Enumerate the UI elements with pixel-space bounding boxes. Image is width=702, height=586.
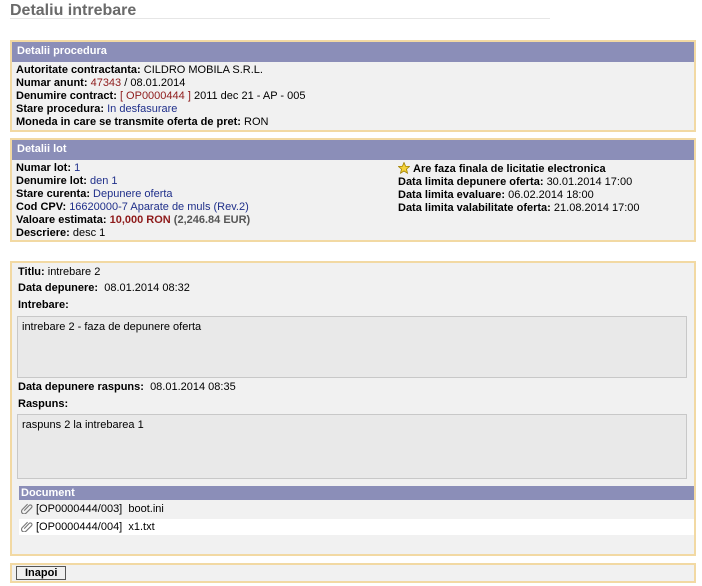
description-value: desc 1 <box>72 227 106 239</box>
question-detail-panel: Titlu: intrebare 2 Data depunere: 08.01.… <box>10 261 696 556</box>
contract-name-label: Denumire contract <box>16 90 114 102</box>
back-button[interactable]: Inapoi <box>16 566 67 580</box>
lot-name-row: Denumire lot: den 1 <box>16 175 118 187</box>
authority-row: Autoritate contractanta: CILDRO MOBILA S… <box>16 64 263 76</box>
lot-details-header: Detalii lot <box>12 140 694 160</box>
title-value: intrebare 2 <box>47 266 101 278</box>
cpv-row: Cod CPV: 16620000-7 Aparate de muls (Rev… <box>16 201 249 213</box>
lot-number-value: 1 <box>74 162 81 174</box>
cpv-value: 16620000-7 Aparate de muls (Rev.2) <box>69 201 249 213</box>
submission-date-label: Data depunere <box>18 282 95 294</box>
document-row[interactable]: [OP0000444/004] x1.txt <box>19 519 694 535</box>
cpv-label: Cod CPV <box>16 201 63 213</box>
answer-textarea[interactable]: raspuns 2 la intrebarea 1 <box>17 414 687 479</box>
answer-label-row: Raspuns: <box>18 398 69 410</box>
evaluation-deadline-label: Data limita evaluare <box>398 189 502 201</box>
authority-value: CILDRO MOBILA S.R.L. <box>143 64 263 76</box>
answer-date-label: Data depunere raspuns <box>18 381 141 393</box>
validity-deadline-label: Data limita valabilitate oferta <box>398 202 548 214</box>
description-label: Descriere <box>16 227 67 239</box>
document-name[interactable]: x1.txt <box>128 521 154 533</box>
procedure-status-label: Stare procedura <box>16 103 101 115</box>
submission-deadline-row: Data limita depunere oferta: 30.01.2014 … <box>398 176 633 188</box>
estimated-value-row: Valoare estimata: 10,000 RON (2,246.84 E… <box>16 214 251 226</box>
question-label-row: Intrebare: <box>18 299 69 311</box>
evaluation-deadline-value: 06.02.2014 18:00 <box>508 189 594 201</box>
answer-date-value: 08.01.2014 08:35 <box>150 381 236 393</box>
validity-deadline-value: 21.08.2014 17:00 <box>553 202 640 214</box>
document-code[interactable]: [OP0000444/004] <box>36 521 122 533</box>
documents-header: Document <box>19 486 694 500</box>
answer-date-row: Data depunere raspuns: 08.01.2014 08:35 <box>18 381 236 393</box>
submission-deadline-value: 30.01.2014 17:00 <box>546 176 633 188</box>
procedure-details-header: Detalii procedura <box>12 42 694 62</box>
currency-label: Moneda in care se transmite oferta de pr… <box>16 116 238 128</box>
lot-name-label: Denumire lot <box>16 175 84 187</box>
document-name[interactable]: boot.ini <box>128 503 163 515</box>
document-code[interactable]: [OP0000444/003] <box>36 503 122 515</box>
estimated-value-label: Valoare estimata <box>16 214 103 226</box>
question-textarea[interactable]: intrebare 2 - faza de depunere oferta <box>17 316 687 378</box>
contract-name-row: Denumire contract: [ OP0000444 ] 2011 de… <box>16 90 306 102</box>
paperclip-icon <box>21 503 33 514</box>
notice-number-label: Numar anunt <box>16 77 84 89</box>
answer-label: Raspuns <box>18 398 65 410</box>
currency-row: Moneda in care se transmite oferta de pr… <box>16 116 269 128</box>
lot-number-label: Numar lot <box>16 162 68 174</box>
question-label: Intrebare <box>18 299 66 311</box>
submission-date-value: 08.01.2014 08:32 <box>104 282 190 294</box>
lot-details-panel: Detalii lot Numar lot: 1 Denumire lot: d… <box>10 138 696 242</box>
document-row[interactable]: [OP0000444/003] boot.ini <box>19 501 694 517</box>
title-row: Titlu: intrebare 2 <box>18 266 101 278</box>
title-label: Titlu <box>18 266 42 278</box>
lot-status-row: Stare curenta: Depunere oferta <box>16 188 173 200</box>
lot-number-row: Numar lot: 1 <box>16 162 81 174</box>
star-icon <box>398 162 410 174</box>
notice-date: / 08.01.2014 <box>124 77 186 89</box>
procedure-status-value: In desfasurare <box>107 103 178 115</box>
description-row: Descriere: desc 1 <box>16 227 106 239</box>
lot-status-value: Depunere oferta <box>93 188 173 200</box>
procedure-details-panel: Detalii procedura Autoritate contractant… <box>10 40 696 132</box>
estimated-value-eur: (2,246.84 EUR) <box>173 214 251 226</box>
validity-deadline-row: Data limita valabilitate oferta: 21.08.2… <box>398 202 640 214</box>
title-divider <box>10 18 550 19</box>
actions-bar: Inapoi <box>10 563 696 583</box>
e-auction-row: Are faza finala de licitatie electronica <box>398 162 640 176</box>
submission-deadline-label: Data limita depunere oferta <box>398 176 540 188</box>
e-auction-text: Are faza finala de licitatie electronica <box>413 163 606 175</box>
procedure-status-row: Stare procedura: In desfasurare <box>16 103 178 115</box>
authority-label: Autoritate contractanta <box>16 64 138 76</box>
notice-number-link[interactable]: 47343 <box>91 77 122 89</box>
contract-code-link[interactable]: [ OP0000444 ] <box>120 90 191 102</box>
submission-date-row: Data depunere: 08.01.2014 08:32 <box>18 282 190 294</box>
lot-status-label: Stare curenta <box>16 188 87 200</box>
currency-value: RON <box>244 116 269 128</box>
notice-number-row: Numar anunt: 47343 / 08.01.2014 <box>16 77 186 89</box>
lot-name-value: den 1 <box>89 175 118 187</box>
estimated-value-ron: 10,000 RON <box>109 214 171 226</box>
paperclip-icon <box>21 521 33 532</box>
contract-name-value: 2011 dec 21 - AP - 005 <box>193 90 306 102</box>
evaluation-deadline-row: Data limita evaluare: 06.02.2014 18:00 <box>398 189 594 201</box>
